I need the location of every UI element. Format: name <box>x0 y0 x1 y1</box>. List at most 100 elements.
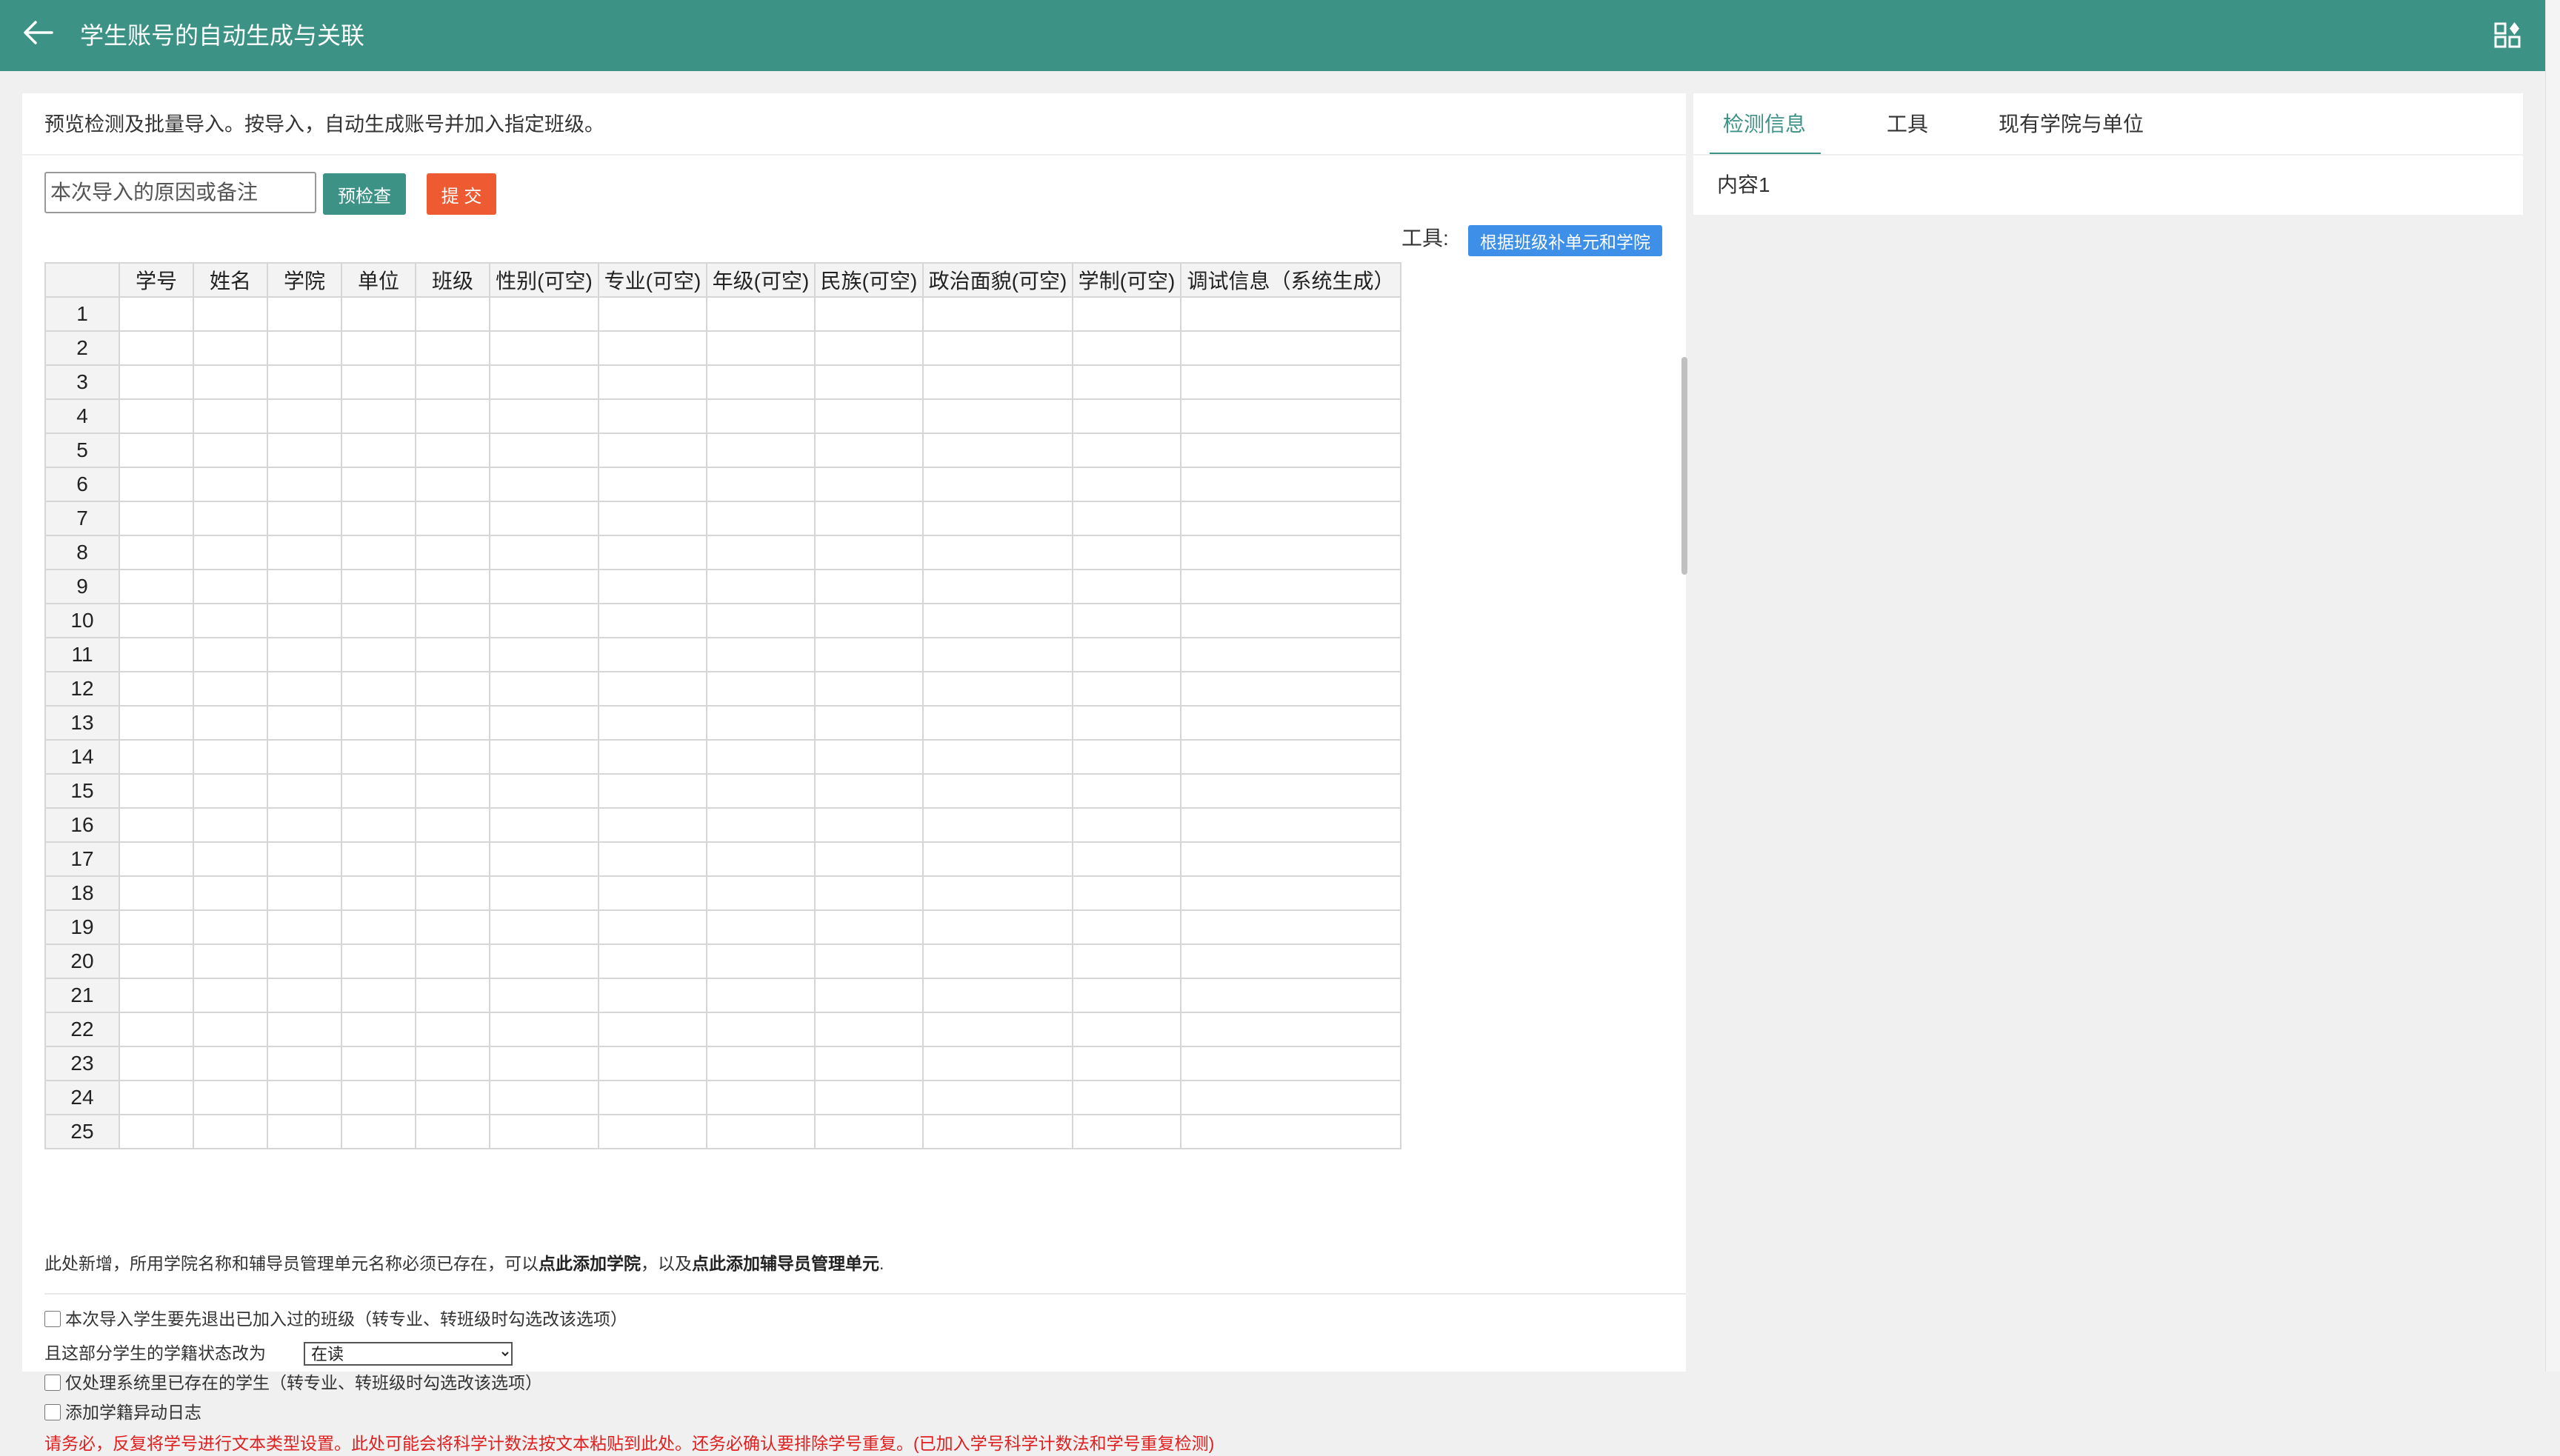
exit-class-checkbox[interactable] <box>44 1311 61 1327</box>
row-number[interactable]: 16 <box>44 807 120 843</box>
grid-cell[interactable] <box>489 467 599 502</box>
grid-cell[interactable] <box>341 1114 416 1149</box>
grid-cell[interactable] <box>341 296 416 332</box>
grid-cell[interactable] <box>193 1080 268 1115</box>
grid-cell[interactable] <box>267 705 342 741</box>
grid-cell[interactable] <box>415 1114 490 1149</box>
grid-cell[interactable] <box>193 296 268 332</box>
grid-cell[interactable] <box>706 978 816 1013</box>
grid-cell[interactable] <box>341 671 416 707</box>
grid-cell[interactable] <box>922 433 1073 468</box>
row-number[interactable]: 17 <box>44 841 120 877</box>
grid-cell[interactable] <box>1180 739 1401 775</box>
grid-cell[interactable] <box>1180 569 1401 604</box>
grid-cell[interactable] <box>1072 330 1181 366</box>
grid-cell[interactable] <box>193 569 268 604</box>
grid-cell[interactable] <box>193 875 268 911</box>
grid-cell[interactable] <box>598 807 707 843</box>
row-number[interactable]: 15 <box>44 773 120 809</box>
grid-cell[interactable] <box>119 1080 194 1115</box>
grid-cell[interactable] <box>922 1114 1073 1149</box>
grid-cell[interactable] <box>415 296 490 332</box>
grid-cell[interactable] <box>341 705 416 741</box>
grid-cell[interactable] <box>814 603 924 638</box>
grid-cell[interactable] <box>193 637 268 672</box>
grid-cell[interactable] <box>341 773 416 809</box>
grid-cell[interactable] <box>489 296 599 332</box>
grid-cell[interactable] <box>267 739 342 775</box>
grid-cell[interactable] <box>119 433 194 468</box>
grid-cell[interactable] <box>598 705 707 741</box>
grid-cell[interactable] <box>706 1012 816 1047</box>
grid-cell[interactable] <box>267 569 342 604</box>
grid-cell[interactable] <box>598 330 707 366</box>
grid-cell[interactable] <box>489 671 599 707</box>
grid-cell[interactable] <box>922 603 1073 638</box>
grid-cell[interactable] <box>415 909 490 945</box>
grid-cell[interactable] <box>706 1114 816 1149</box>
row-number[interactable]: 12 <box>44 671 120 707</box>
grid-cell[interactable] <box>598 296 707 332</box>
grid-scrollbar[interactable] <box>1681 357 1687 575</box>
grid-cell[interactable] <box>193 807 268 843</box>
grid-cell[interactable] <box>193 364 268 400</box>
grid-cell[interactable] <box>814 1114 924 1149</box>
grid-cell[interactable] <box>706 569 816 604</box>
grid-cell[interactable] <box>814 467 924 502</box>
grid-cell[interactable] <box>1072 841 1181 877</box>
grid-cell[interactable] <box>267 978 342 1013</box>
grid-cell[interactable] <box>1072 433 1181 468</box>
grid-cell[interactable] <box>119 671 194 707</box>
grid-cell[interactable] <box>341 535 416 570</box>
grid-cell[interactable] <box>706 637 816 672</box>
grid-cell[interactable] <box>598 773 707 809</box>
grid-cell[interactable] <box>814 944 924 979</box>
only-existing-option[interactable]: 仅处理系统里已存在的学生（转专业、转班级时勾选改该选项） <box>44 1370 542 1395</box>
grid-cell[interactable] <box>814 569 924 604</box>
tab-tools[interactable]: 工具 <box>1887 110 1928 139</box>
grid-cell[interactable] <box>415 671 490 707</box>
grid-cell[interactable] <box>341 944 416 979</box>
grid-cell[interactable] <box>1180 296 1401 332</box>
grid-cell[interactable] <box>489 875 599 911</box>
grid-cell[interactable] <box>598 909 707 945</box>
grid-cell[interactable] <box>341 1046 416 1081</box>
grid-cell[interactable] <box>706 841 816 877</box>
grid-cell[interactable] <box>1072 637 1181 672</box>
grid-cell[interactable] <box>922 467 1073 502</box>
grid-cell[interactable] <box>814 296 924 332</box>
grid-cell[interactable] <box>119 773 194 809</box>
grid-cell[interactable] <box>1072 705 1181 741</box>
grid-cell[interactable] <box>814 501 924 536</box>
grid-cell[interactable] <box>598 944 707 979</box>
grid-cell[interactable] <box>814 909 924 945</box>
grid-cell[interactable] <box>267 398 342 434</box>
grid-cell[interactable] <box>267 603 342 638</box>
grid-cell[interactable] <box>193 1114 268 1149</box>
grid-cell[interactable] <box>489 773 599 809</box>
grid-cell[interactable] <box>119 807 194 843</box>
grid-cell[interactable] <box>1180 603 1401 638</box>
grid-cell[interactable] <box>706 739 816 775</box>
grid-cell[interactable] <box>341 501 416 536</box>
row-number[interactable]: 24 <box>44 1080 120 1115</box>
grid-cell[interactable] <box>415 807 490 843</box>
row-number[interactable]: 4 <box>44 398 120 434</box>
column-header[interactable]: 班级 <box>415 262 490 298</box>
row-number[interactable]: 19 <box>44 909 120 945</box>
grid-cell[interactable] <box>415 739 490 775</box>
grid-cell[interactable] <box>267 875 342 911</box>
grid-cell[interactable] <box>119 841 194 877</box>
grid-cell[interactable] <box>119 1114 194 1149</box>
grid-cell[interactable] <box>1072 773 1181 809</box>
grid-cell[interactable] <box>598 1114 707 1149</box>
grid-cell[interactable] <box>1180 944 1401 979</box>
grid-cell[interactable] <box>814 671 924 707</box>
grid-cell[interactable] <box>193 330 268 366</box>
only-existing-checkbox[interactable] <box>44 1375 61 1391</box>
grid-cell[interactable] <box>1072 978 1181 1013</box>
grid-cell[interactable] <box>341 807 416 843</box>
grid-cell[interactable] <box>267 807 342 843</box>
grid-cell[interactable] <box>341 398 416 434</box>
grid-cell[interactable] <box>922 841 1073 877</box>
